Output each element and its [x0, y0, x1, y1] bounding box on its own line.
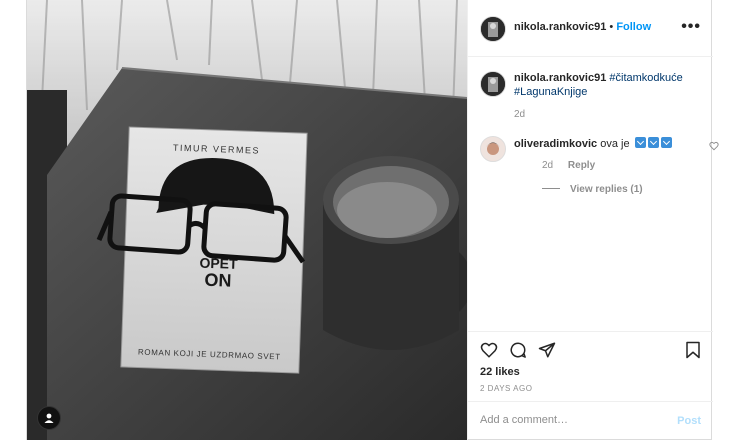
comment-time: 2d — [542, 160, 554, 171]
comment-input[interactable] — [480, 414, 660, 426]
comment-like-heart-icon[interactable] — [709, 141, 719, 151]
post-caption: nikola.rankovic91 #čitamkodkuće #LagunaK… — [514, 71, 704, 122]
comment: oliveradimkovic ova je — [514, 137, 684, 151]
hashtag-2[interactable]: #LagunaKnjige — [514, 86, 587, 98]
follow-separator: • — [609, 21, 614, 33]
reply-button[interactable]: Reply — [568, 160, 595, 171]
blue-down-arrow-emoji-icon — [634, 137, 646, 148]
user-tag-icon — [44, 413, 54, 423]
caption-time: 2d — [514, 109, 526, 120]
add-comment-bar: Post — [468, 401, 713, 441]
view-replies-label: View replies (1) — [570, 184, 643, 195]
post-comment-button[interactable]: Post — [677, 415, 701, 427]
comment-icon[interactable] — [509, 341, 527, 359]
photo-scene: TIMUR VERMES OPET ON ROMAN KOJI JE UZDRM… — [27, 0, 467, 440]
comment-username[interactable]: oliveradimkovic — [514, 138, 597, 150]
view-replies-button[interactable]: View replies (1) — [542, 184, 643, 195]
replies-divider — [542, 188, 560, 189]
comment-text: ova je — [600, 138, 630, 150]
coffee-mug — [323, 156, 467, 350]
blue-down-arrow-emoji-icon — [647, 137, 659, 148]
avatar-image — [481, 72, 505, 96]
likes-count[interactable]: 22 likes — [480, 366, 520, 378]
action-bar: 22 likes 2 DAYS AGO — [468, 331, 713, 402]
avatar-image — [481, 137, 505, 161]
comment-meta: 2d Reply — [542, 160, 607, 171]
hashtag-1[interactable]: #čitamkodkuće — [609, 72, 682, 84]
post-header: nikola.rankovic91 • Follow ••• — [468, 0, 713, 57]
post-photo[interactable]: TIMUR VERMES OPET ON ROMAN KOJI JE UZDRM… — [27, 0, 467, 440]
book-title-line2: ON — [204, 270, 232, 291]
caption-avatar[interactable] — [480, 71, 506, 97]
bookmark-icon[interactable] — [685, 341, 701, 359]
user-tag-button[interactable] — [37, 406, 61, 430]
header-username[interactable]: nikola.rankovic91 — [514, 21, 606, 33]
instagram-post: TIMUR VERMES OPET ON ROMAN KOJI JE UZDRM… — [26, 0, 719, 441]
post-date: 2 DAYS AGO — [480, 384, 533, 393]
blue-down-arrow-emoji-icon — [660, 137, 672, 148]
more-options-icon[interactable]: ••• — [681, 18, 701, 36]
heart-icon[interactable] — [480, 341, 498, 359]
follow-button[interactable]: Follow — [616, 21, 651, 33]
commenter-avatar[interactable] — [480, 136, 506, 162]
share-icon[interactable] — [538, 341, 556, 359]
caption-username[interactable]: nikola.rankovic91 — [514, 72, 606, 84]
post-sidebar: nikola.rankovic91 • Follow ••• nikola.ra… — [467, 0, 719, 441]
avatar-image — [481, 17, 505, 41]
header-user-line: nikola.rankovic91 • Follow — [514, 21, 651, 33]
author-avatar[interactable] — [480, 16, 506, 42]
